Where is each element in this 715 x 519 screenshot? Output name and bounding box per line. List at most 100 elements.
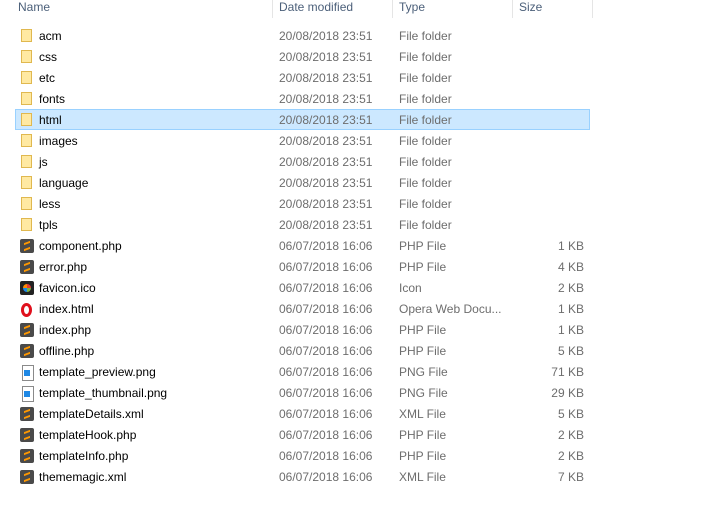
- file-name: etc: [39, 71, 56, 85]
- sublime-icon: [20, 260, 34, 274]
- file-row[interactable]: tpls 20/08/2018 23:51 File folder: [15, 214, 590, 235]
- file-name: css: [39, 50, 57, 64]
- file-size: 5 KB: [557, 407, 584, 421]
- file-date: 06/07/2018 16:06: [279, 386, 373, 400]
- file-row[interactable]: fonts 20/08/2018 23:51 File folder: [15, 88, 590, 109]
- column-header-name[interactable]: Name: [12, 0, 272, 18]
- file-row[interactable]: template_preview.png 06/07/2018 16:06 PN…: [15, 361, 590, 382]
- file-name: language: [39, 176, 89, 190]
- file-name: template_preview.png: [39, 365, 156, 379]
- folder-icon: [21, 134, 32, 147]
- file-row[interactable]: thememagic.xml 06/07/2018 16:06 XML File…: [15, 466, 590, 487]
- file-size: 1 KB: [557, 239, 584, 253]
- sublime-icon: [20, 470, 34, 484]
- file-row[interactable]: html 20/08/2018 23:51 File folder: [15, 109, 590, 130]
- folder-icon: [21, 92, 32, 105]
- file-date: 06/07/2018 16:06: [279, 449, 373, 463]
- folder-icon: [21, 29, 32, 42]
- column-header: Name Date modified Type Size: [0, 0, 715, 18]
- file-row[interactable]: index.html 06/07/2018 16:06 Opera Web Do…: [15, 298, 590, 319]
- file-date: 20/08/2018 23:51: [279, 50, 373, 64]
- file-type: File folder: [399, 113, 452, 127]
- file-name: fonts: [39, 92, 66, 106]
- file-type: File folder: [399, 29, 452, 43]
- file-date: 06/07/2018 16:06: [279, 428, 373, 442]
- column-divider[interactable]: [592, 0, 593, 18]
- file-row[interactable]: template_thumbnail.png 06/07/2018 16:06 …: [15, 382, 590, 403]
- file-name: index.html: [39, 302, 94, 316]
- image-file-icon: [22, 365, 34, 381]
- file-row[interactable]: etc 20/08/2018 23:51 File folder: [15, 67, 590, 88]
- file-name: error.php: [39, 260, 88, 274]
- file-row[interactable]: error.php 06/07/2018 16:06 PHP File 4 KB: [15, 256, 590, 277]
- folder-icon: [21, 176, 32, 189]
- file-date: 20/08/2018 23:51: [279, 29, 373, 43]
- file-type: PHP File: [399, 449, 447, 463]
- file-row[interactable]: templateInfo.php 06/07/2018 16:06 PHP Fi…: [15, 445, 590, 466]
- file-size: 5 KB: [557, 344, 584, 358]
- file-date: 06/07/2018 16:06: [279, 407, 373, 421]
- column-header-type[interactable]: Type: [393, 0, 512, 18]
- file-row[interactable]: js 20/08/2018 23:51 File folder: [15, 151, 590, 172]
- file-row[interactable]: favicon.ico 06/07/2018 16:06 Icon 2 KB: [15, 277, 590, 298]
- folder-icon: [21, 71, 32, 84]
- joomla-icon: [20, 281, 34, 295]
- file-name: js: [39, 155, 48, 169]
- file-date: 06/07/2018 16:06: [279, 323, 373, 337]
- file-type: PHP File: [399, 428, 447, 442]
- file-size: 29 KB: [551, 386, 584, 400]
- file-list: acm 20/08/2018 23:51 File folder css 20/…: [15, 25, 590, 487]
- file-type: PNG File: [399, 386, 448, 400]
- image-file-icon: [22, 386, 34, 402]
- file-row[interactable]: less 20/08/2018 23:51 File folder: [15, 193, 590, 214]
- sublime-icon: [20, 449, 34, 463]
- file-row[interactable]: templateDetails.xml 06/07/2018 16:06 XML…: [15, 403, 590, 424]
- file-type: File folder: [399, 134, 452, 148]
- file-date: 20/08/2018 23:51: [279, 218, 373, 232]
- file-row[interactable]: index.php 06/07/2018 16:06 PHP File 1 KB: [15, 319, 590, 340]
- sublime-icon: [20, 323, 34, 337]
- file-date: 06/07/2018 16:06: [279, 281, 373, 295]
- file-row[interactable]: acm 20/08/2018 23:51 File folder: [15, 25, 590, 46]
- file-type: PHP File: [399, 344, 447, 358]
- opera-icon: [21, 303, 32, 317]
- file-date: 20/08/2018 23:51: [279, 176, 373, 190]
- file-row[interactable]: component.php 06/07/2018 16:06 PHP File …: [15, 235, 590, 256]
- file-name: component.php: [39, 239, 122, 253]
- file-name: templateInfo.php: [39, 449, 129, 463]
- file-row[interactable]: templateHook.php 06/07/2018 16:06 PHP Fi…: [15, 424, 590, 445]
- file-name: images: [39, 134, 78, 148]
- file-row[interactable]: language 20/08/2018 23:51 File folder: [15, 172, 590, 193]
- file-size: 2 KB: [557, 449, 584, 463]
- file-type: PHP File: [399, 239, 447, 253]
- file-name: index.php: [39, 323, 92, 337]
- column-header-date[interactable]: Date modified: [273, 0, 392, 18]
- folder-icon: [21, 155, 32, 168]
- file-type: File folder: [399, 71, 452, 85]
- file-date: 20/08/2018 23:51: [279, 134, 373, 148]
- file-date: 06/07/2018 16:06: [279, 470, 373, 484]
- file-type: File folder: [399, 197, 452, 211]
- sublime-icon: [20, 407, 34, 421]
- file-row[interactable]: images 20/08/2018 23:51 File folder: [15, 130, 590, 151]
- file-date: 06/07/2018 16:06: [279, 302, 373, 316]
- file-name: template_thumbnail.png: [39, 386, 168, 400]
- file-date: 06/07/2018 16:06: [279, 344, 373, 358]
- file-name: templateHook.php: [39, 428, 137, 442]
- sublime-icon: [20, 344, 34, 358]
- file-type: XML File: [399, 407, 446, 421]
- file-type: Icon: [399, 281, 422, 295]
- sublime-icon: [20, 239, 34, 253]
- file-date: 20/08/2018 23:51: [279, 92, 373, 106]
- file-name: tpls: [39, 218, 58, 232]
- file-name: html: [39, 113, 62, 127]
- file-name: acm: [39, 29, 62, 43]
- file-type: PHP File: [399, 323, 447, 337]
- file-date: 20/08/2018 23:51: [279, 197, 373, 211]
- column-header-size[interactable]: Size: [513, 0, 592, 18]
- file-size: 2 KB: [557, 428, 584, 442]
- file-row[interactable]: offline.php 06/07/2018 16:06 PHP File 5 …: [15, 340, 590, 361]
- folder-icon: [21, 113, 32, 126]
- file-name: templateDetails.xml: [39, 407, 144, 421]
- file-row[interactable]: css 20/08/2018 23:51 File folder: [15, 46, 590, 67]
